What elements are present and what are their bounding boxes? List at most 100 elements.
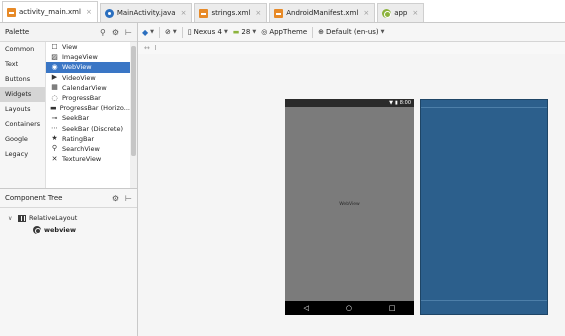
xml-file-icon [274, 8, 284, 18]
palette-item-searchview[interactable]: ⚲ SearchView [46, 144, 130, 154]
chevron-down-icon: ▼ [150, 29, 155, 35]
category-widgets[interactable]: Widgets [0, 87, 45, 102]
xml-file-icon [7, 7, 16, 17]
palette-item-view[interactable]: ☐ View [46, 42, 130, 52]
category-google[interactable]: Google [0, 132, 45, 147]
canvas-ruler: ↔ I [138, 42, 565, 54]
tree-node-relativelayout[interactable]: ∨ RelativeLayout [0, 212, 137, 224]
palette-item-label: VideoView [62, 73, 96, 82]
device-dropdown[interactable]: ▯ Nexus 4 ▼ [188, 28, 228, 36]
palette-item-progressbar-horizontal[interactable]: ▬ ProgressBar (Horizo... [46, 103, 130, 113]
theme-label: AppTheme [269, 28, 308, 36]
gear-icon[interactable]: ⚙ [112, 28, 119, 37]
close-icon[interactable]: × [181, 9, 187, 17]
globe-icon [33, 226, 41, 234]
design-surface-dropdown[interactable]: ◆ ▼ [142, 28, 154, 37]
search-icon[interactable]: ⚲ [100, 28, 106, 37]
category-buttons[interactable]: Buttons [0, 72, 45, 87]
tab-main-activity-java[interactable]: MainActivity.java × [99, 3, 193, 22]
seekbar-icon: ⊸ [51, 113, 58, 122]
design-preview[interactable]: ▼ ▮ 8:00 WebView ◁ ○ □ [285, 99, 414, 315]
blueprint-status-bar [421, 100, 547, 108]
webview-preview[interactable]: WebView [285, 107, 414, 301]
tab-label: app [394, 9, 408, 17]
tab-strings-xml[interactable]: strings.xml × [194, 3, 268, 22]
category-legacy[interactable]: Legacy [0, 147, 45, 162]
close-icon[interactable]: × [412, 9, 418, 17]
palette-scrollbar[interactable] [130, 42, 137, 188]
palette-scrollbar-thumb[interactable] [131, 46, 136, 156]
image-icon: ▨ [51, 52, 58, 61]
palette-item-progressbar[interactable]: ◌ ProgressBar [46, 93, 130, 103]
orientation-dropdown[interactable]: ⊘ ▼ [165, 28, 177, 36]
java-class-icon [104, 8, 114, 18]
category-layouts[interactable]: Layouts [0, 102, 45, 117]
hide-panel-icon[interactable]: ⊢ [125, 194, 132, 203]
device-label: Nexus 4 [193, 28, 222, 36]
close-icon[interactable]: × [363, 9, 369, 17]
tab-label: AndroidManifest.xml [286, 9, 359, 17]
palette-item-videoview[interactable]: ▶ VideoView [46, 73, 130, 83]
tree-node-webview[interactable]: webview [0, 224, 137, 236]
chevron-down-icon[interactable]: ∨ [8, 215, 15, 222]
search-icon: ⚲ [51, 144, 58, 153]
palette-item-webview[interactable]: ◉ WebView [46, 62, 130, 73]
palette-header: Palette ⚲ ⚙ ⊢ [0, 23, 137, 42]
theme-dropdown[interactable]: ◎ AppTheme [261, 28, 307, 36]
wifi-icon: ▼ [389, 100, 393, 106]
category-containers[interactable]: Containers [0, 117, 45, 132]
view-icon: ☐ [51, 42, 58, 51]
tree-node-label: webview [44, 226, 76, 234]
android-module-icon [382, 8, 392, 18]
gear-icon[interactable]: ⚙ [112, 194, 119, 203]
palette-categories: Common Text Buttons Widgets Layouts Cont… [0, 42, 45, 188]
design-canvas[interactable]: ▼ ▮ 8:00 WebView ◁ ○ □ [138, 54, 565, 336]
palette-item-label: WebView [62, 63, 92, 72]
layers-icon: ◆ [142, 27, 149, 37]
palette-item-label: View [62, 43, 78, 52]
locale-label: Default (en-us) [326, 28, 379, 36]
toolbar-divider [312, 26, 314, 38]
tab-android-manifest-xml[interactable]: AndroidManifest.xml × [269, 3, 376, 22]
category-text[interactable]: Text [0, 57, 45, 72]
video-icon: ▶ [51, 73, 58, 82]
globe-icon: ◉ [51, 62, 58, 71]
progress-horizontal-icon: ▬ [50, 103, 57, 112]
recents-icon: □ [388, 304, 396, 312]
pan-icon[interactable]: ↔ [144, 44, 150, 52]
close-icon[interactable]: × [255, 9, 261, 17]
palette-item-calendarview[interactable]: ▦ CalendarView [46, 83, 130, 93]
locale-dropdown[interactable]: ⊕ Default (en-us) ▼ [318, 28, 384, 36]
tab-label: strings.xml [211, 9, 251, 17]
palette-title: Palette [5, 28, 30, 36]
hide-panel-icon[interactable]: ⊢ [125, 28, 132, 37]
palette-item-list: ☐ View ▨ ImageView ◉ WebView ▶ VideoView… [45, 42, 130, 188]
palette-item-textureview[interactable]: ✕ TextureView [46, 154, 130, 164]
home-icon: ○ [345, 304, 352, 312]
toolbar-divider [159, 26, 161, 38]
palette-item-imageview[interactable]: ▨ ImageView [46, 52, 130, 62]
back-icon: ◁ [303, 304, 309, 312]
blueprint-preview[interactable] [420, 99, 548, 315]
category-common[interactable]: Common [0, 42, 45, 57]
tab-activity-main-xml[interactable]: activity_main.xml × [2, 1, 98, 22]
component-tree-header: Component Tree ⚙ ⊢ [0, 189, 137, 208]
palette-item-seekbar-discrete[interactable]: ⋯ SeekBar (Discrete) [46, 124, 130, 134]
status-time: 8:00 [399, 100, 411, 106]
api-label: 28 [241, 28, 251, 36]
palette-panel: Palette ⚲ ⚙ ⊢ Common Text Buttons Widget… [0, 23, 138, 188]
api-level-dropdown[interactable]: ▬ 28 ▼ [233, 28, 256, 36]
close-icon[interactable]: × [86, 8, 92, 16]
text-cursor-icon[interactable]: I [154, 44, 156, 52]
tab-app[interactable]: app × [377, 3, 425, 22]
phone-status-bar: ▼ ▮ 8:00 [285, 99, 414, 107]
editor-tab-bar: activity_main.xml × MainActivity.java × … [0, 0, 565, 23]
tab-label: activity_main.xml [19, 8, 81, 16]
palette-item-label: CalendarView [62, 83, 107, 92]
chevron-down-icon: ▼ [252, 29, 257, 35]
xml-file-icon [199, 8, 209, 18]
tab-label: MainActivity.java [116, 9, 176, 17]
palette-item-seekbar[interactable]: ⊸ SeekBar [46, 113, 130, 123]
toolbar-divider [181, 26, 183, 38]
palette-item-ratingbar[interactable]: ★ RatingBar [46, 134, 130, 144]
